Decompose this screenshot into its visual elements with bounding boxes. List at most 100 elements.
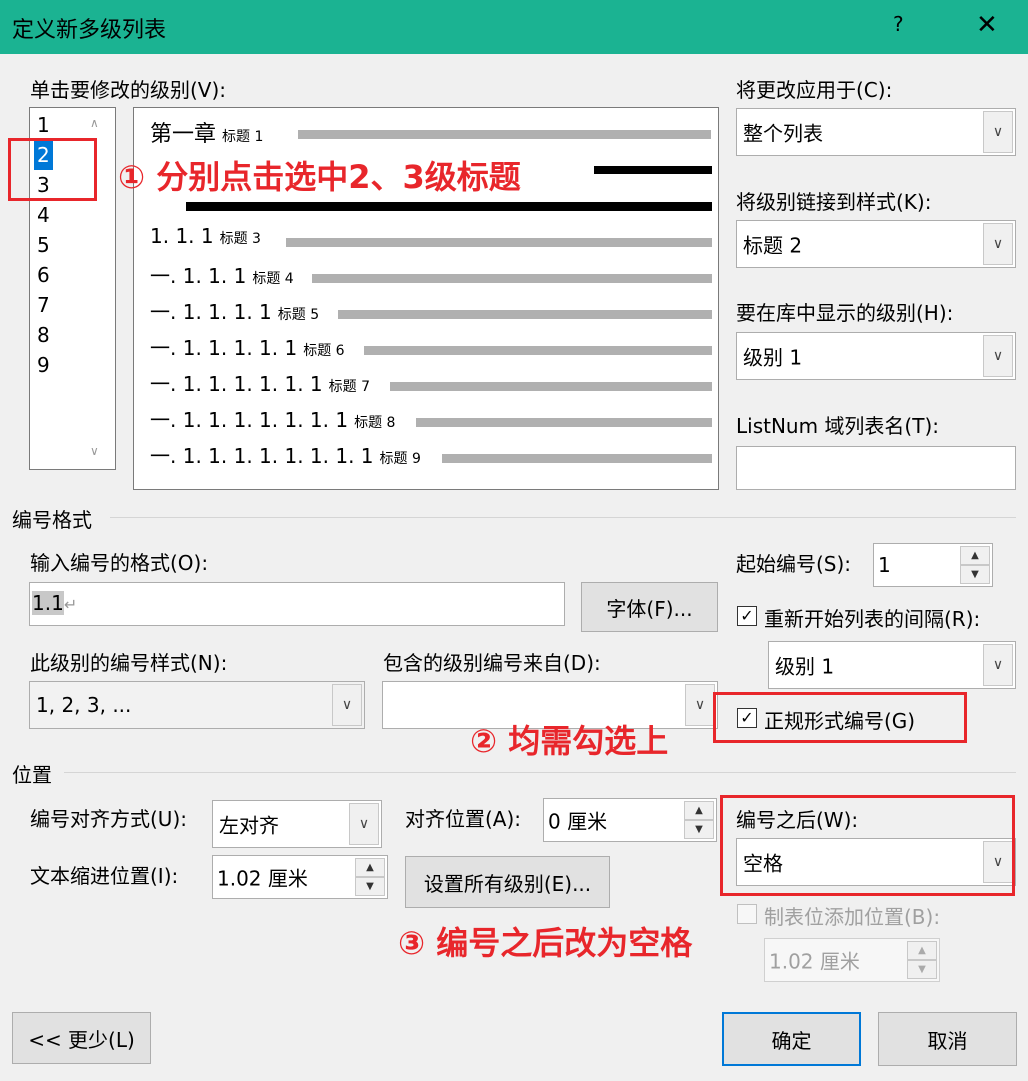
format-input[interactable]: 1.1↵ bbox=[29, 582, 565, 626]
align-label: 编号对齐方式(U): bbox=[30, 807, 187, 831]
aligned-at-spinner[interactable]: 0 厘米 ▲ ▼ bbox=[543, 798, 717, 842]
start-at-value: 1 bbox=[878, 553, 891, 577]
cancel-button[interactable]: 取消 bbox=[878, 1012, 1017, 1066]
restart-checkbox[interactable]: ✓ bbox=[737, 606, 757, 626]
preview-number: 1. 1. 1 bbox=[150, 224, 214, 248]
align-select[interactable]: 左对齐 ∨ bbox=[212, 800, 382, 848]
preview-line bbox=[442, 454, 712, 463]
spin-down-icon[interactable]: ▼ bbox=[355, 877, 385, 896]
tab-stop-value: 1.02 厘米 bbox=[769, 949, 860, 974]
preview-row-6: 一. 1. 1. 1. 1. 1. 1 标题 7 bbox=[150, 368, 370, 397]
apply-to-select[interactable]: 整个列表 ∨ bbox=[736, 108, 1016, 156]
set-all-levels-button[interactable]: 设置所有级别(E)... bbox=[405, 856, 610, 908]
tab-stop-label: 制表位添加位置(B): bbox=[764, 905, 941, 929]
listnum-input[interactable] bbox=[736, 446, 1016, 490]
level-item[interactable]: 1 bbox=[34, 110, 53, 140]
window-title: 定义新多级列表 bbox=[12, 18, 167, 43]
chevron-down-icon[interactable]: ∨ bbox=[685, 684, 715, 726]
preview-row-3: 一. 1. 1. 1 标题 4 bbox=[150, 260, 294, 289]
link-style-select[interactable]: 标题 2 ∨ bbox=[736, 220, 1016, 268]
level-item[interactable]: 9 bbox=[34, 350, 53, 380]
listnum-label: ListNum 域列表名(T): bbox=[736, 414, 939, 438]
preview-line bbox=[312, 274, 712, 283]
level-item[interactable]: 8 bbox=[34, 320, 53, 350]
preview-style-name: 标题 4 bbox=[252, 271, 294, 287]
chevron-down-icon[interactable]: ∨ bbox=[983, 644, 1013, 686]
preview-row-5: 一. 1. 1. 1. 1. 1 标题 6 bbox=[150, 332, 345, 361]
preview-line-bold bbox=[594, 166, 712, 174]
ok-button[interactable]: 确定 bbox=[722, 1012, 861, 1066]
spin-down-icon[interactable]: ▼ bbox=[684, 820, 714, 839]
preview-style-name: 标题 5 bbox=[277, 307, 320, 323]
preview-number: 一. 1. 1. 1. 1. 1. 1 bbox=[150, 372, 323, 396]
link-style-value: 标题 2 bbox=[743, 233, 803, 258]
preview-line bbox=[416, 418, 712, 427]
spin-up-icon[interactable]: ▲ bbox=[684, 801, 714, 820]
annotation-2: ② 均需勾选上 bbox=[470, 722, 669, 760]
tab-stop-spinner[interactable]: 1.02 厘米 ▲ ▼ bbox=[764, 938, 940, 982]
restart-level-value: 级别 1 bbox=[775, 654, 835, 679]
preview-style-name: 标题 8 bbox=[354, 415, 396, 431]
font-button[interactable]: 字体(F)... bbox=[581, 582, 718, 632]
indent-label: 文本缩进位置(I): bbox=[30, 864, 179, 888]
less-button[interactable]: << 更少(L) bbox=[12, 1012, 151, 1064]
preview-row-1: 第一章 标题 1 bbox=[150, 122, 264, 147]
preview-row-8: 一. 1. 1. 1. 1. 1. 1. 1. 1 标题 9 bbox=[150, 440, 421, 469]
preview-row-4: 一. 1. 1. 1. 1 标题 5 bbox=[150, 296, 319, 325]
preview-line bbox=[364, 346, 712, 355]
annotation-highlight-legal bbox=[713, 692, 967, 743]
preview-number: 一. 1. 1. 1 bbox=[150, 264, 247, 288]
scroll-up-icon[interactable]: ∧ bbox=[90, 116, 99, 130]
title-bar: 定义新多级列表 ? ✕ bbox=[0, 0, 1028, 54]
chevron-down-icon[interactable]: ∨ bbox=[983, 335, 1013, 377]
preview-line-bold bbox=[186, 202, 712, 211]
indent-spinner[interactable]: 1.02 厘米 ▲ ▼ bbox=[212, 855, 388, 899]
aligned-at-label: 对齐位置(A): bbox=[405, 807, 522, 831]
start-at-label: 起始编号(S): bbox=[736, 552, 852, 576]
annotation-highlight-follow bbox=[720, 795, 1015, 896]
level-item[interactable]: 7 bbox=[34, 290, 53, 320]
preview-number: 一. 1. 1. 1. 1. 1 bbox=[150, 336, 298, 360]
gallery-level-select[interactable]: 级别 1 ∨ bbox=[736, 332, 1016, 380]
preview-style-name: 标题 6 bbox=[303, 343, 345, 359]
indent-value: 1.02 厘米 bbox=[217, 866, 308, 891]
level-item[interactable]: 6 bbox=[34, 260, 53, 290]
chevron-down-icon[interactable]: ∨ bbox=[332, 684, 362, 726]
spin-up-icon[interactable]: ▲ bbox=[960, 546, 990, 565]
align-value: 左对齐 bbox=[219, 813, 279, 838]
number-style-select[interactable]: 1, 2, 3, ... ∨ bbox=[29, 681, 365, 729]
include-level-label: 包含的级别编号来自(D): bbox=[383, 651, 601, 675]
restart-level-select[interactable]: 级别 1 ∨ bbox=[768, 641, 1016, 689]
level-item[interactable]: 5 bbox=[34, 230, 53, 260]
paragraph-mark-icon: ↵ bbox=[63, 595, 78, 614]
close-icon[interactable]: ✕ bbox=[976, 10, 998, 40]
preview-row-7: 一. 1. 1. 1. 1. 1. 1. 1 标题 8 bbox=[150, 404, 395, 433]
apply-to-label: 将更改应用于(C): bbox=[736, 78, 893, 102]
level-item[interactable]: 4 bbox=[34, 200, 53, 230]
number-style-value: 1, 2, 3, ... bbox=[36, 693, 132, 717]
spin-down-icon[interactable]: ▼ bbox=[960, 565, 990, 584]
preview-number: 一. 1. 1. 1. 1. 1. 1. 1 bbox=[150, 408, 349, 432]
scroll-down-icon[interactable]: ∨ bbox=[90, 444, 99, 458]
preview-number: 一. 1. 1. 1. 1 bbox=[150, 300, 272, 324]
divider bbox=[110, 517, 1016, 518]
gallery-level-value: 级别 1 bbox=[743, 345, 803, 370]
spin-down-icon[interactable]: ▼ bbox=[907, 960, 937, 979]
divider bbox=[64, 772, 1016, 773]
help-icon[interactable]: ? bbox=[893, 12, 904, 36]
chevron-down-icon[interactable]: ∨ bbox=[983, 111, 1013, 153]
restart-label: 重新开始列表的间隔(R): bbox=[764, 607, 981, 631]
tab-stop-checkbox[interactable] bbox=[737, 904, 757, 924]
chevron-down-icon[interactable]: ∨ bbox=[349, 803, 379, 845]
preview-style-name: 标题 7 bbox=[328, 379, 370, 395]
number-format-section: 编号格式 bbox=[12, 508, 92, 532]
chevron-down-icon[interactable]: ∨ bbox=[983, 223, 1013, 265]
preview-line bbox=[338, 310, 712, 319]
levels-label: 单击要修改的级别(V): bbox=[30, 78, 227, 102]
gallery-level-label: 要在库中显示的级别(H): bbox=[736, 301, 954, 325]
spin-up-icon[interactable]: ▲ bbox=[907, 941, 937, 960]
spin-up-icon[interactable]: ▲ bbox=[355, 858, 385, 877]
apply-to-value: 整个列表 bbox=[743, 121, 823, 146]
start-at-spinner[interactable]: 1 ▲ ▼ bbox=[873, 543, 993, 587]
annotation-highlight-levels bbox=[8, 138, 97, 201]
